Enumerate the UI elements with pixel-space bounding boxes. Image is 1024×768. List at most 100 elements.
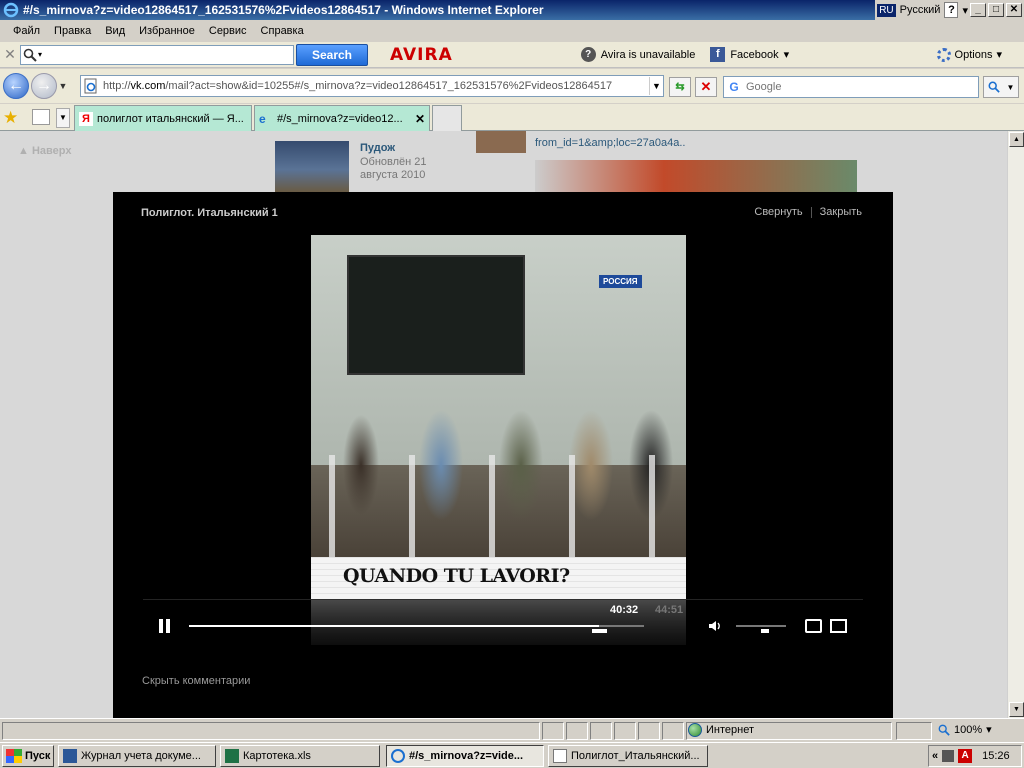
chevron-down-icon[interactable]: ▾ — [986, 723, 992, 736]
scroll-down-icon[interactable]: ▼ — [1009, 702, 1024, 717]
taskbar-item-doc[interactable]: Полиглот_Итальянский... — [548, 745, 708, 767]
quality-toggle-icon[interactable] — [805, 619, 822, 633]
avira-tray-icon[interactable]: A — [958, 749, 973, 763]
close-window-button[interactable]: ✕ — [1006, 3, 1022, 17]
start-button[interactable]: Пуск — [2, 745, 54, 767]
favorites-star-icon[interactable]: ★ — [3, 108, 18, 128]
forward-button[interactable]: → — [31, 73, 57, 99]
language-name[interactable]: Русский — [900, 4, 941, 16]
google-search-button[interactable]: ▼ — [983, 76, 1019, 98]
chevron-down-icon[interactable]: ▾ — [996, 48, 1002, 61]
video-player-overlay: Полиглот. Итальянский 1 Свернуть Закрыть… — [113, 192, 893, 718]
taskbar-item-label: Полиглот_Итальянский... — [571, 750, 700, 762]
volume-icon[interactable] — [708, 619, 722, 633]
progress-track[interactable] — [189, 625, 644, 627]
fullscreen-icon[interactable] — [830, 619, 847, 633]
excel-icon — [225, 749, 239, 763]
menu-favorites[interactable]: Избранное — [132, 25, 202, 37]
volume-knob[interactable] — [761, 629, 769, 633]
status-cell — [662, 722, 684, 740]
hide-comments-link[interactable]: Скрыть комментарии — [142, 675, 250, 687]
video-caption: QUANDO TU LAVORI? — [343, 565, 570, 587]
pause-icon[interactable] — [159, 619, 171, 633]
tab-vk-video[interactable]: e #/s_mirnova?z=video12... ✕ — [254, 105, 430, 131]
scroll-up-icon[interactable]: ▲ — [1009, 132, 1024, 147]
tray-expand-icon[interactable]: « — [932, 750, 938, 762]
volume-track[interactable] — [736, 625, 786, 627]
search-icon — [23, 48, 37, 62]
navigation-bar: ← → ▼ http://vk.com/mail?act=show&id=102… — [0, 69, 1024, 103]
security-zone[interactable]: Интернет — [688, 723, 754, 737]
google-search-input[interactable] — [746, 81, 978, 93]
start-label: Пуск — [25, 750, 51, 762]
tab-yandex-search[interactable]: Я полиглот итальянский — Я... — [74, 105, 252, 131]
album-thumbnail[interactable] — [275, 141, 349, 193]
status-cell — [896, 722, 932, 740]
avatar[interactable] — [476, 131, 526, 153]
progress-knob[interactable] — [591, 629, 607, 633]
window-title: #/s_mirnova?z=video12864517_162531576%2F… — [23, 3, 544, 17]
avira-search-box[interactable]: ▾ — [20, 44, 294, 65]
vertical-scrollbar[interactable]: ▲ ▼ — [1007, 131, 1024, 718]
album-title[interactable]: Пудож — [360, 142, 395, 154]
refresh-button[interactable]: ⇆ — [669, 77, 691, 97]
progress-fill — [189, 625, 599, 627]
close-video-link[interactable]: Закрыть — [820, 206, 862, 218]
close-toolbar-icon[interactable]: ✕ — [0, 46, 20, 63]
video-frame[interactable]: РОССИЯ QUANDO TU LAVORI? — [311, 235, 686, 645]
zoom-icon — [938, 724, 950, 736]
history-dropdown-icon[interactable]: ▼ — [57, 81, 69, 91]
tab-label: #/s_mirnova?z=video12... — [277, 112, 403, 125]
menu-file[interactable]: Файл — [6, 25, 47, 37]
ie-icon — [391, 749, 405, 763]
zoom-control[interactable]: 100% ▾ — [938, 723, 992, 736]
minimize-video-link[interactable]: Свернуть — [754, 206, 802, 218]
taskbar-item-ie[interactable]: #/s_mirnova?z=vide... — [386, 745, 544, 767]
page-icon — [84, 78, 97, 94]
windows-logo-icon — [6, 749, 22, 763]
clock: 15:26 — [982, 750, 1010, 762]
avira-search-input[interactable] — [52, 46, 293, 63]
quick-tabs-icon[interactable] — [32, 109, 50, 125]
stop-button[interactable]: ✕ — [695, 77, 717, 97]
avira-status[interactable]: ? Avira is unavailable f Facebook ▾ — [580, 47, 790, 62]
help-button[interactable]: ? — [944, 2, 959, 18]
back-button[interactable]: ← — [3, 73, 29, 99]
menu-help[interactable]: Справка — [254, 25, 311, 37]
back-to-top-link[interactable]: ▲ Наверх — [18, 145, 71, 157]
avira-search-button[interactable]: Search — [296, 43, 368, 66]
menu-bar: Файл Правка Вид Избранное Сервис Справка — [0, 20, 1024, 42]
chevron-down-icon[interactable]: ▾ — [38, 50, 42, 59]
address-field[interactable]: http://vk.com/mail?act=show&id=10255#/s_… — [80, 75, 664, 97]
google-search-box[interactable]: G — [723, 76, 979, 98]
menu-tools[interactable]: Сервис — [202, 25, 254, 37]
minimize-button[interactable]: _ — [970, 3, 986, 17]
menu-edit[interactable]: Правка — [47, 25, 98, 37]
url-text[interactable]: http://vk.com/mail?act=show&id=10255#/s_… — [103, 80, 649, 92]
network-icon[interactable] — [942, 750, 955, 762]
options-label[interactable]: Options — [955, 49, 993, 61]
language-code[interactable]: RU — [877, 3, 896, 17]
video-title: Полиглот. Итальянский 1 — [141, 207, 278, 219]
chevron-down-icon[interactable]: ▾ — [784, 48, 790, 61]
facebook-button[interactable]: Facebook — [730, 49, 778, 61]
zoom-level: 100% — [954, 723, 983, 736]
new-tab-button[interactable] — [432, 105, 462, 131]
url-dropdown-icon[interactable]: ▼ — [649, 77, 663, 95]
avira-status-text[interactable]: Avira is unavailable — [601, 49, 696, 61]
tab-list-dropdown-icon[interactable]: ▼ — [56, 108, 70, 128]
url-host: vk.com — [130, 80, 166, 92]
system-tray: « A 15:26 — [928, 745, 1022, 767]
taskbar-item-word[interactable]: Журнал учета докуме... — [58, 745, 216, 767]
options-button[interactable]: Options ▾ — [936, 47, 1002, 62]
maximize-button[interactable]: □ — [988, 3, 1004, 17]
language-bar[interactable]: RU Русский ? ▾ — [875, 0, 970, 20]
taskbar-item-excel[interactable]: Картотека.xls — [220, 745, 380, 767]
player-controls: 40:32 44:51 — [143, 599, 863, 649]
menu-view[interactable]: Вид — [98, 25, 132, 37]
tab-bar: ★ ▼ Я полиглот итальянский — Я... e #/s_… — [0, 104, 1024, 131]
post-link[interactable]: from_id=1&amp;loc=27a0a4a.. — [535, 137, 685, 149]
chevron-down-icon[interactable]: ▼ — [1007, 83, 1015, 92]
close-tab-icon[interactable]: ✕ — [415, 112, 425, 126]
chevron-down-icon[interactable]: ▾ — [962, 4, 968, 17]
